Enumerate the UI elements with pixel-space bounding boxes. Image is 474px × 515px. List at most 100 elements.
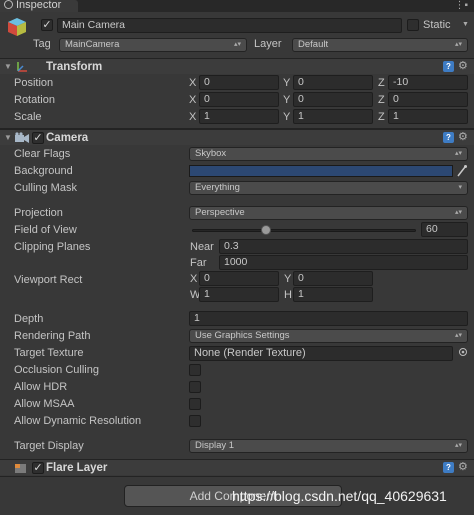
- near-field[interactable]: 0.3: [219, 239, 468, 254]
- culling-mask-dropdown[interactable]: Everything ▾: [189, 181, 468, 195]
- background-color-swatch[interactable]: [189, 165, 453, 177]
- allow-hdr-label: Allow HDR: [14, 381, 68, 393]
- gear-icon[interactable]: ⚙: [458, 462, 468, 473]
- help-icon[interactable]: ?: [443, 462, 454, 473]
- tab-bar: Inspector ⋮▪: [0, 0, 474, 12]
- axis-x-label: X: [189, 94, 197, 106]
- far-field[interactable]: 1000: [219, 255, 468, 270]
- viewport-h-field[interactable]: 1: [293, 287, 373, 302]
- allow-dynamic-resolution-checkbox[interactable]: [189, 415, 201, 427]
- occlusion-culling-label: Occlusion Culling: [14, 364, 99, 376]
- transform-x-field[interactable]: 0: [199, 92, 279, 107]
- layer-dropdown[interactable]: Default ▴▾: [292, 38, 468, 52]
- projection-value: Perspective: [195, 207, 245, 218]
- occlusion-culling-checkbox[interactable]: [189, 364, 201, 376]
- axis-z-label: Z: [378, 111, 385, 123]
- depth-field[interactable]: 1: [189, 311, 468, 326]
- gear-icon[interactable]: ⚙: [458, 61, 468, 72]
- eyedropper-icon[interactable]: [456, 164, 468, 178]
- allow-hdr-checkbox[interactable]: [189, 381, 201, 393]
- transform-x-field[interactable]: 1: [199, 109, 279, 124]
- target-display-label: Target Display: [14, 440, 84, 452]
- axis-x-label: X: [189, 111, 197, 123]
- object-active-checkbox[interactable]: ✓: [41, 19, 53, 31]
- near-label: Near: [190, 241, 214, 253]
- static-dropdown-arrow[interactable]: ▼: [462, 18, 469, 32]
- fov-slider-track[interactable]: [192, 229, 416, 232]
- transform-x-field[interactable]: 0: [199, 75, 279, 90]
- dropdown-arrows-icon: ▴▾: [233, 41, 241, 48]
- help-icon[interactable]: ?: [443, 61, 454, 72]
- axis-y-label: Y: [283, 111, 291, 123]
- viewport-x-field[interactable]: 0: [199, 271, 279, 286]
- static-checkbox[interactable]: [407, 19, 419, 31]
- cube-icon: [6, 16, 28, 38]
- layer-label: Layer: [254, 38, 282, 50]
- tag-value: MainCamera: [65, 39, 120, 50]
- allow-dynamic-resolution-label: Allow Dynamic Resolution: [14, 415, 142, 427]
- clipping-planes-label: Clipping Planes: [14, 241, 91, 253]
- fov-slider-thumb[interactable]: [261, 225, 272, 235]
- viewport-x-label: X: [190, 273, 198, 285]
- transform-row-label: Scale: [14, 111, 42, 123]
- tab-inspector[interactable]: Inspector: [0, 0, 78, 12]
- fov-label: Field of View: [14, 224, 77, 236]
- target-display-dropdown[interactable]: Display 1 ▴▾: [189, 439, 468, 453]
- clear-flags-value: Skybox: [195, 148, 227, 159]
- viewport-w-field[interactable]: 1: [199, 287, 279, 302]
- allow-msaa-checkbox[interactable]: [189, 398, 201, 410]
- rendering-path-dropdown[interactable]: Use Graphics Settings ▴▾: [189, 329, 468, 343]
- projection-dropdown[interactable]: Perspective ▴▾: [189, 206, 468, 220]
- transform-title: Transform: [46, 61, 103, 73]
- axis-x-label: X: [189, 77, 197, 89]
- axis-y-label: Y: [283, 77, 291, 89]
- axis-z-label: Z: [378, 94, 385, 106]
- camera-title: Camera: [46, 132, 89, 144]
- transform-z-field[interactable]: -10: [388, 75, 468, 90]
- transform-z-field[interactable]: 1: [388, 109, 468, 124]
- rendering-path-label: Rendering Path: [14, 330, 91, 342]
- flare-icon: [14, 462, 27, 474]
- foldout-arrow-icon[interactable]: ▼: [4, 60, 12, 74]
- transform-icon: [15, 60, 29, 74]
- camera-enabled-checkbox[interactable]: ✓: [32, 132, 44, 144]
- clear-flags-dropdown[interactable]: Skybox ▴▾: [189, 147, 468, 161]
- static-label: Static: [423, 19, 451, 31]
- viewport-y-label: Y: [284, 273, 292, 285]
- vertical-menu-icon[interactable]: ⋮▪: [454, 0, 468, 11]
- target-texture-field[interactable]: None (Render Texture): [189, 346, 453, 361]
- target-texture-label: Target Texture: [14, 347, 84, 359]
- depth-label: Depth: [14, 313, 44, 325]
- footer-divider: [0, 476, 474, 477]
- tag-label: Tag: [33, 38, 51, 50]
- culling-mask-value: Everything: [195, 182, 240, 193]
- camera-header[interactable]: ▼ ✓ Camera ? ⚙: [0, 129, 474, 145]
- rendering-path-value: Use Graphics Settings: [195, 330, 290, 341]
- foldout-arrow-icon[interactable]: ▼: [4, 131, 12, 145]
- transform-y-field[interactable]: 0: [293, 92, 373, 107]
- far-label: Far: [190, 257, 207, 269]
- flare-layer-header[interactable]: ✓ Flare Layer ? ⚙: [0, 459, 474, 475]
- gear-icon[interactable]: ⚙: [458, 132, 468, 143]
- watermark-text: https://blog.csdn.net/qq_40629631: [232, 488, 447, 504]
- axis-y-label: Y: [283, 94, 291, 106]
- allow-msaa-label: Allow MSAA: [14, 398, 75, 410]
- tab-label: Inspector: [16, 0, 62, 11]
- fov-value-field[interactable]: 60: [421, 222, 468, 237]
- transform-header[interactable]: ▼ Transform ? ⚙: [0, 58, 474, 74]
- flare-layer-title: Flare Layer: [46, 462, 108, 474]
- dropdown-arrows-icon: ▴▾: [454, 41, 462, 48]
- object-picker-icon[interactable]: [458, 347, 468, 357]
- object-name-field[interactable]: Main Camera: [57, 18, 402, 33]
- tag-dropdown[interactable]: MainCamera ▴▾: [59, 38, 247, 52]
- viewport-y-field[interactable]: 0: [293, 271, 373, 286]
- layer-value: Default: [298, 39, 329, 50]
- transform-y-field[interactable]: 1: [293, 109, 373, 124]
- dropdown-arrows-icon: ▴▾: [454, 209, 462, 216]
- transform-z-field[interactable]: 0: [388, 92, 468, 107]
- transform-y-field[interactable]: 0: [293, 75, 373, 90]
- flare-layer-enabled-checkbox[interactable]: ✓: [32, 462, 44, 474]
- target-display-value: Display 1: [195, 440, 235, 451]
- help-icon[interactable]: ?: [443, 132, 454, 143]
- projection-label: Projection: [14, 207, 63, 219]
